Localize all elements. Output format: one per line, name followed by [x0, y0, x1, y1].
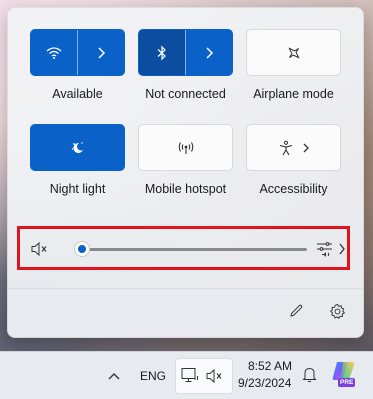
- accessibility-button-content: [247, 125, 340, 170]
- highlight-box: [17, 226, 350, 270]
- tile-airplane-mode: Airplane mode: [246, 29, 341, 101]
- tile-wifi: Available: [30, 29, 125, 101]
- night-light-toggle[interactable]: [30, 124, 125, 171]
- panel-footer: [8, 288, 363, 337]
- night-light-icon: [31, 125, 124, 170]
- copilot-icon[interactable]: PRE: [331, 359, 358, 391]
- edit-quick-settings-icon[interactable]: [288, 303, 304, 324]
- bluetooth-toggle[interactable]: [138, 29, 233, 76]
- accessibility-label: Accessibility: [259, 182, 328, 196]
- copilot-preview-badge: PRE: [338, 378, 356, 387]
- settings-gear-icon[interactable]: [329, 303, 346, 325]
- mobile-hotspot-label: Mobile hotspot: [144, 182, 227, 196]
- accessibility-chevron-icon: [303, 143, 309, 152]
- tile-accessibility: Accessibility: [246, 124, 341, 196]
- show-hidden-icons-chevron-icon[interactable]: [107, 368, 121, 386]
- wifi-toggle[interactable]: [30, 29, 125, 76]
- wifi-icon[interactable]: [31, 30, 77, 75]
- bluetooth-icon[interactable]: [139, 30, 185, 75]
- bluetooth-expand-chevron-icon[interactable]: [186, 30, 232, 75]
- taskbar: ENG 8:52 AM 9/23/2024 PRE: [0, 351, 373, 399]
- tile-mobile-hotspot: Mobile hotspot: [138, 124, 233, 196]
- night-light-label: Night light: [49, 182, 106, 196]
- mobile-hotspot-toggle[interactable]: [138, 124, 233, 171]
- clock-date[interactable]: 9/23/2024: [238, 376, 291, 390]
- network-icon: [181, 367, 199, 389]
- bluetooth-label: Not connected: [145, 87, 226, 101]
- accessibility-icon: [279, 140, 292, 155]
- input-language-indicator[interactable]: ENG: [140, 369, 166, 383]
- wifi-label: Available: [52, 87, 103, 101]
- tile-night-light: Night light: [30, 124, 125, 196]
- tile-bluetooth: Not connected: [138, 29, 233, 101]
- accessibility-toggle[interactable]: [246, 124, 341, 171]
- volume-muted-tray-icon: [206, 368, 224, 389]
- airplane-mode-label: Airplane mode: [253, 87, 334, 101]
- airplane-mode-toggle[interactable]: [246, 29, 341, 76]
- network-volume-tray-button[interactable]: [175, 358, 233, 394]
- hotspot-icon: [139, 125, 232, 170]
- notification-bell-icon[interactable]: [302, 366, 317, 388]
- wifi-expand-chevron-icon[interactable]: [78, 30, 124, 75]
- airplane-icon: [247, 30, 340, 75]
- clock-time[interactable]: 8:52 AM: [248, 359, 292, 373]
